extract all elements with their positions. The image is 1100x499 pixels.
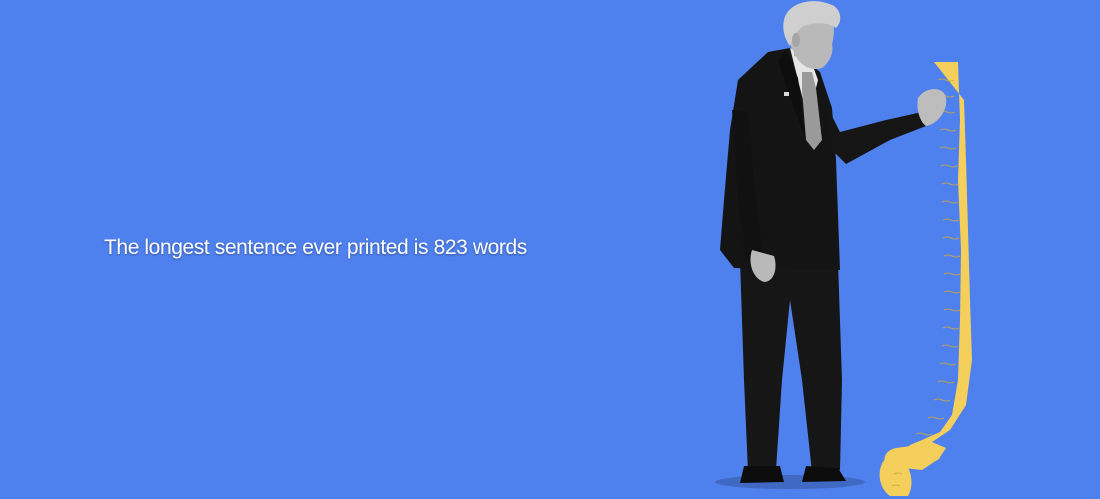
flag-pin-icon — [784, 92, 789, 96]
man-holding-receipt-icon — [715, 1, 972, 496]
illustration — [690, 0, 990, 499]
headline: The longest sentence ever printed is 823… — [104, 236, 527, 259]
hero-canvas: The longest sentence ever printed is 823… — [0, 0, 1100, 499]
left-shoe — [740, 466, 784, 483]
right-arm — [826, 104, 926, 164]
right-hand — [917, 89, 947, 126]
trousers — [740, 260, 842, 472]
ear — [792, 33, 800, 47]
